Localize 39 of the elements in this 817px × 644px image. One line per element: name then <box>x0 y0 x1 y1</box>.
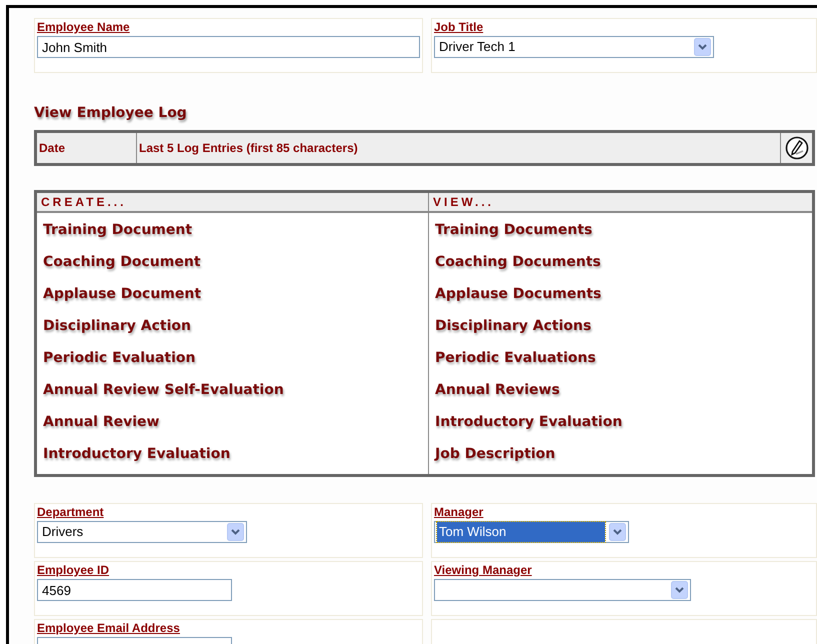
document-link[interactable]: Training Documents <box>435 214 592 246</box>
document-link[interactable]: Coaching Documents <box>435 246 601 278</box>
dropdown-caret-icon[interactable] <box>671 581 688 599</box>
document-link[interactable]: Coaching Document <box>43 246 201 278</box>
document-link[interactable]: Introductory Evaluation <box>435 406 622 438</box>
dropdown-field[interactable]: Drivers <box>37 521 247 543</box>
document-link[interactable]: Job Description <box>435 438 556 470</box>
column-header: VIEW... <box>429 193 812 213</box>
field-label: Viewing Manager <box>434 563 533 578</box>
field-label: Job Title <box>434 20 484 35</box>
document-link[interactable]: Disciplinary Action <box>43 310 191 342</box>
document-link[interactable]: Annual Review Self-Evaluation <box>43 374 284 406</box>
dropdown-caret-icon[interactable] <box>227 523 244 541</box>
document-link[interactable]: Disciplinary Actions <box>435 310 592 342</box>
dropdown-field[interactable]: Driver Tech 1 <box>434 36 714 58</box>
document-link[interactable]: Annual Review <box>43 406 160 438</box>
field-label: Manager <box>434 505 484 520</box>
document-link[interactable]: Annual Reviews <box>435 374 560 406</box>
section-heading: View Employee Log <box>34 104 188 123</box>
column-header: Date <box>37 133 137 163</box>
document-link[interactable]: Applause Documents <box>435 278 602 310</box>
text-field[interactable]: 4569 <box>37 579 232 601</box>
column-header: Last 5 Log Entries (first 85 characters) <box>138 140 359 157</box>
field-label: Employee Email Address <box>37 621 181 636</box>
dropdown-caret-icon[interactable] <box>694 38 711 56</box>
document-link[interactable]: Periodic Evaluations <box>435 342 596 374</box>
document-link[interactable]: Applause Document <box>43 278 202 310</box>
column-header: CREATE... <box>37 193 428 213</box>
document-link[interactable]: Introductory Evaluation <box>43 438 230 470</box>
pencil-edit-icon[interactable] <box>784 136 808 160</box>
dropdown-field[interactable]: Tom Wilson <box>434 521 629 543</box>
field-label: Department <box>37 505 105 520</box>
document-link[interactable]: Training Document <box>43 214 192 246</box>
field-label: Employee ID <box>37 563 110 578</box>
text-field[interactable]: John Smith <box>37 36 420 58</box>
dropdown-caret-icon[interactable] <box>609 523 626 541</box>
dropdown-field[interactable] <box>434 579 691 601</box>
document-link[interactable]: Periodic Evaluation <box>43 342 196 374</box>
field-label: Employee Name <box>37 20 131 35</box>
